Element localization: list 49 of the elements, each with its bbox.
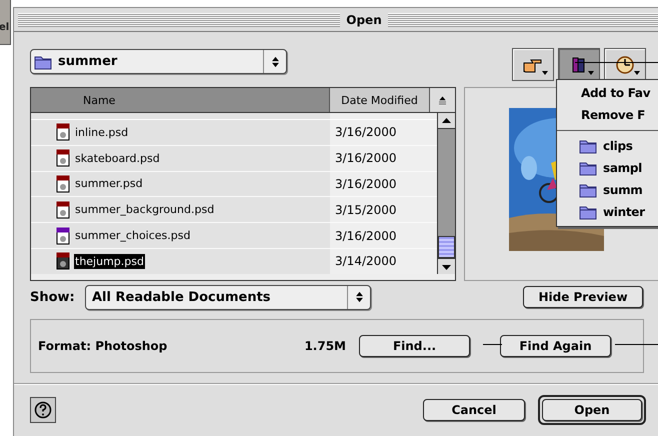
find-button[interactable]: Find... [359,335,470,357]
folder-icon [34,54,52,70]
show-label: Show: [30,290,76,304]
find-again-button[interactable]: Find Again [500,335,611,357]
menu-item[interactable]: Add to Fav [557,82,658,104]
toolbar-button[interactable] [604,48,646,81]
scroll-thumb[interactable] [438,236,455,258]
format-label: Format: Photoshop [38,339,168,353]
file-name: thejump.psd [74,254,145,269]
file-name: summer_background.psd [74,202,216,218]
file-name: skateboard.psd [74,150,161,166]
dropdown-arrow-icon [588,71,594,75]
sort-icon [438,96,447,104]
folder-icon [579,204,597,220]
leader-line [615,344,658,345]
hide-preview-button[interactable]: Hide Preview [523,286,643,308]
file-name: summer_choices.psd [74,228,192,244]
folder-popup[interactable]: summer [30,49,287,74]
folder-icon [579,182,597,198]
up-down-arrows-icon [270,56,280,68]
scroll-up-icon [442,118,451,124]
open-button[interactable]: Open [538,395,646,425]
menu-item[interactable]: winter [557,201,658,223]
dropdown-arrow-icon [634,71,640,75]
clock-icon [614,56,636,74]
folder-icon [579,138,597,154]
leader-line [483,344,502,345]
help-icon [34,401,52,419]
up-down-arrows-icon [354,291,364,303]
dropdown-arrow-icon [542,71,548,75]
file-type-popup[interactable]: All Readable Documents [85,284,371,310]
toolbar-button[interactable] [558,48,600,81]
toolbar-button[interactable] [512,48,554,81]
menu-item[interactable]: summ [557,179,658,201]
folder-icon [579,160,597,176]
file-name: inline.psd [74,124,130,140]
scroll-down-icon [442,264,451,270]
menu-item[interactable]: Remove F [557,104,658,126]
file-size: 1.75M [303,339,346,353]
window-title: Open [345,12,383,26]
sort-order-button[interactable] [430,88,455,112]
scroll-bar[interactable] [437,113,455,274]
column-header[interactable]: Name [31,88,330,112]
help-button[interactable] [30,397,56,423]
cancel-button[interactable]: Cancel [423,399,525,421]
menu-item[interactable]: sampl [557,157,658,179]
column-header[interactable]: Date Modified [330,88,430,112]
menu-item[interactable]: clips [557,135,658,157]
file-name: summer.psd [74,176,144,192]
